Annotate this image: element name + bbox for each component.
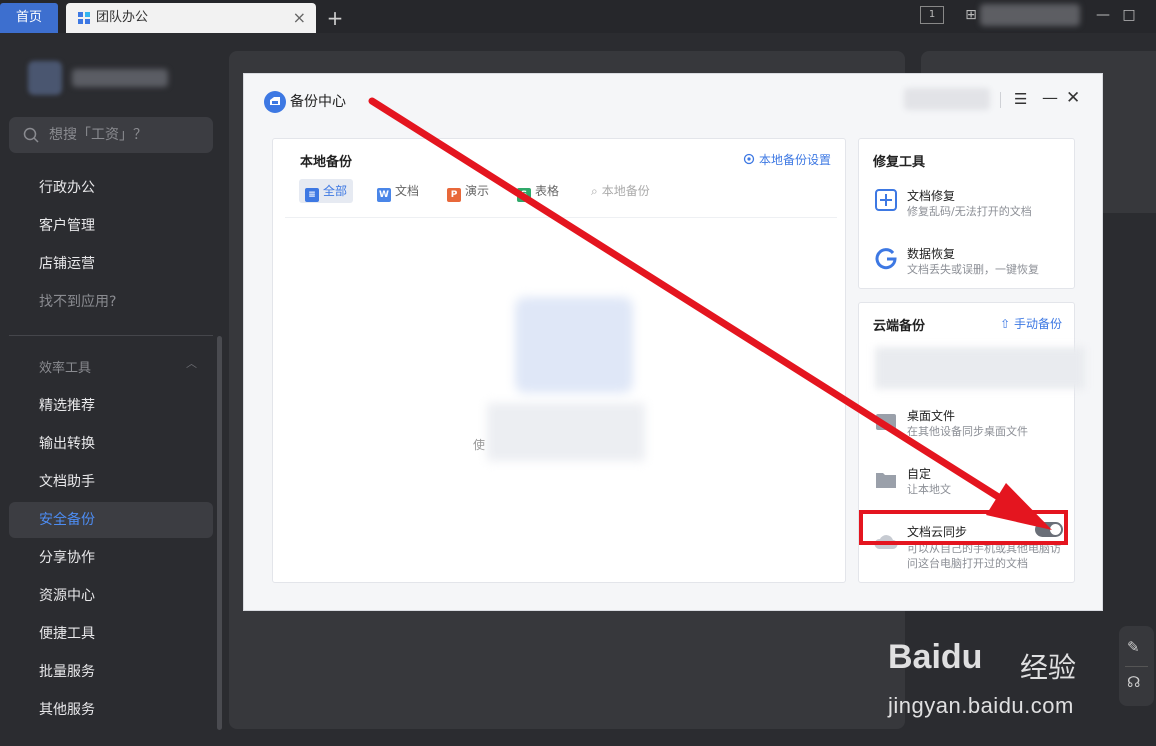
- annotation-arrow: [368, 97, 1052, 530]
- floating-tools: ✎ ☊: [1119, 626, 1154, 706]
- feedback-icon[interactable]: ✎: [1127, 638, 1140, 656]
- baidu-logo: Baidu: [888, 638, 983, 676]
- headset-icon[interactable]: ☊: [1127, 673, 1140, 691]
- watermark-url: jingyan.baidu.com: [888, 693, 1074, 718]
- watermark-cn: 经验: [1020, 651, 1077, 684]
- divider: [1125, 666, 1148, 667]
